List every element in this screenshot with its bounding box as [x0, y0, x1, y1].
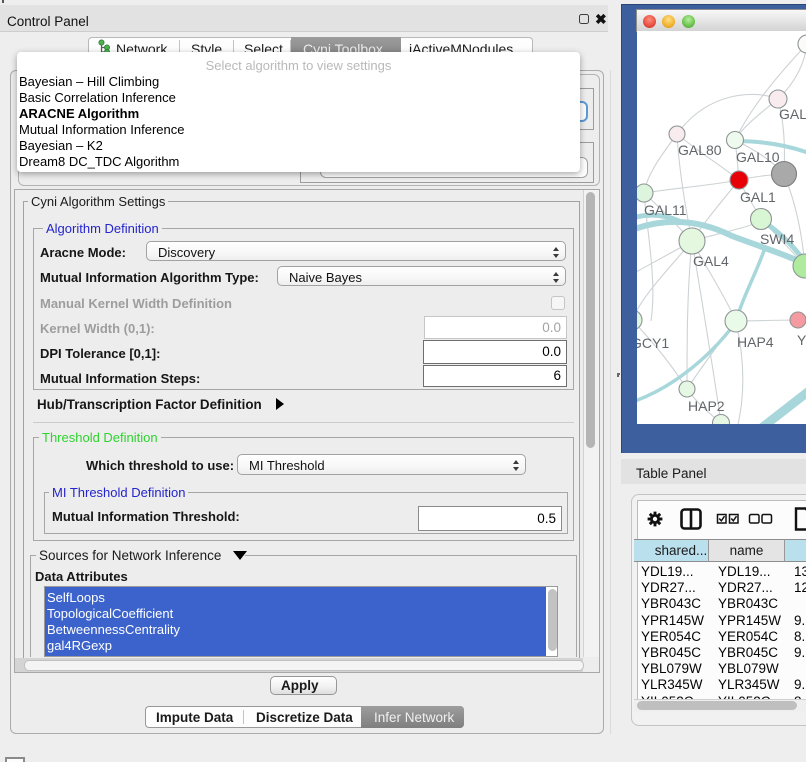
svg-text:GAL4: GAL4 — [693, 253, 729, 269]
svg-text:GAL11: GAL11 — [644, 202, 687, 218]
svg-text:SWI4: SWI4 — [760, 231, 794, 247]
svg-text:GAL10: GAL10 — [736, 149, 780, 165]
svg-text:GAL: GAL — [779, 106, 806, 122]
svg-text:HAP4: HAP4 — [737, 334, 774, 350]
svg-text:Y: Y — [797, 332, 806, 348]
svg-text:GCY1: GCY1 — [637, 335, 669, 351]
svg-text:GAL80: GAL80 — [678, 142, 722, 158]
svg-text:HAP2: HAP2 — [688, 398, 725, 414]
svg-text:GAL1: GAL1 — [740, 189, 776, 205]
